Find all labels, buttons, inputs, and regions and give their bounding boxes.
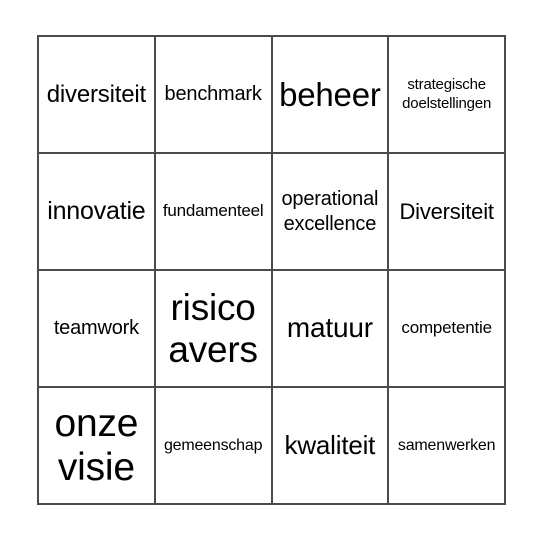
bingo-cell-r4c4[interactable]: samenwerken [389, 388, 506, 505]
bingo-cell-label: risico avers [168, 287, 258, 370]
bingo-cell-r2c3[interactable]: operational excellence [272, 154, 390, 271]
bingo-cell-label: benchmark [164, 82, 262, 105]
bingo-cell-label: beheer [279, 75, 381, 113]
bingo-cell-r2c4[interactable]: Diversiteit [389, 154, 506, 271]
bingo-cell-label: samenwerken [397, 436, 496, 454]
bingo-cell-label: strategische doelstellingen [402, 76, 492, 112]
bingo-cell-r2c2[interactable]: fundamenteel [155, 154, 273, 271]
bingo-cell-label: fundamenteel [162, 201, 264, 221]
bingo-cell-label: gemeenschap [163, 436, 263, 454]
bingo-cell-r4c2[interactable]: gemeenschap [155, 388, 273, 505]
bingo-cell-label: Diversiteit [399, 198, 494, 224]
bingo-cell-label: teamwork [53, 316, 139, 339]
bingo-cell-r1c1[interactable]: diversiteit [39, 37, 156, 154]
bingo-cell-r2c1[interactable]: innovatie [39, 154, 156, 271]
bingo-cell-label: kwaliteit [284, 430, 376, 461]
bingo-cell-label: matuur [286, 312, 373, 344]
bingo-grid: diversiteit benchmark beheer strategisch… [37, 35, 506, 505]
bingo-cell-r1c3[interactable]: beheer [272, 37, 390, 154]
bingo-cell-label: innovatie [47, 197, 146, 225]
bingo-cell-r3c4[interactable]: competentie [389, 271, 506, 388]
bingo-cell-r3c1[interactable]: teamwork [39, 271, 156, 388]
bingo-cell-label: onze visie [54, 401, 139, 489]
bingo-cell-r3c2[interactable]: risico avers [155, 271, 273, 388]
bingo-cell-label: competentie [401, 318, 492, 338]
bingo-cell-r4c1[interactable]: onze visie [39, 388, 156, 505]
bingo-cell-label: operational excellence [281, 187, 379, 235]
bingo-cell-r1c4[interactable]: strategische doelstellingen [389, 37, 506, 154]
bingo-cell-r4c3[interactable]: kwaliteit [272, 388, 390, 505]
bingo-cell-label: diversiteit [46, 80, 146, 108]
bingo-card: diversiteit benchmark beheer strategisch… [0, 0, 544, 544]
bingo-cell-r3c3[interactable]: matuur [272, 271, 390, 388]
bingo-cell-r1c2[interactable]: benchmark [155, 37, 273, 154]
